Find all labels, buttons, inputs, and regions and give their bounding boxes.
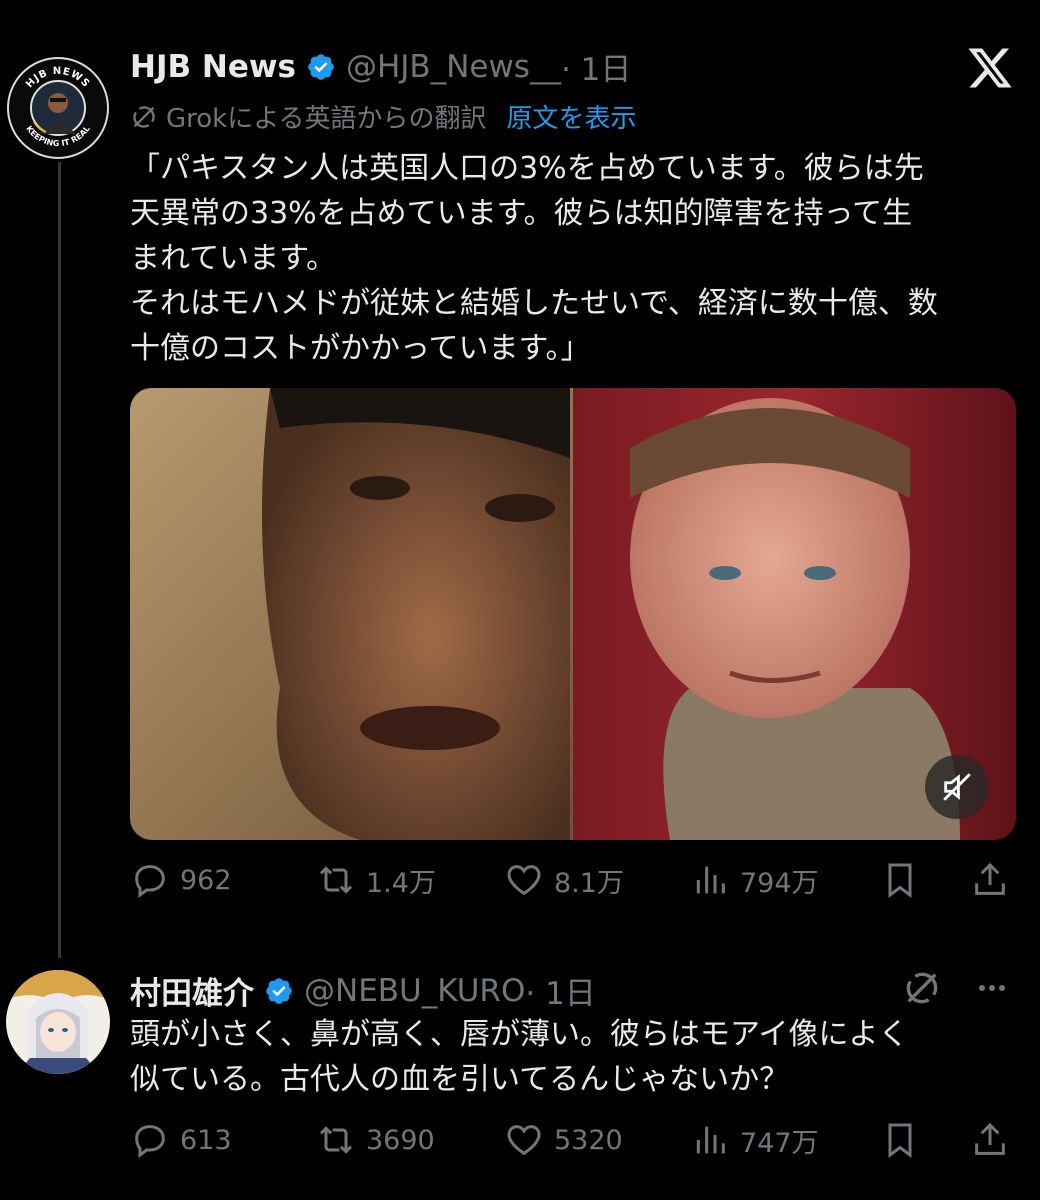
- reply-timestamp[interactable]: · 1日: [525, 968, 595, 1013]
- views-icon: [696, 1126, 725, 1154]
- avatar[interactable]: HJB NEWS KEEPING IT REAL: [6, 56, 110, 160]
- share-button[interactable]: [970, 1120, 1010, 1160]
- video-thumbnail: [130, 388, 1016, 840]
- x-logo-icon[interactable]: [966, 44, 1014, 92]
- timestamp[interactable]: · 1日: [561, 44, 631, 89]
- repost-count: 1.4万: [366, 867, 436, 899]
- like-icon: [507, 1125, 541, 1156]
- reply-icon: [135, 865, 165, 898]
- translation-row: Grokによる英語からの翻訳 原文を表示: [130, 98, 636, 135]
- reply-handle[interactable]: @NEBU_KURO: [304, 973, 525, 1009]
- verified-badge-icon: [266, 977, 292, 1004]
- repost-button[interactable]: 3690: [316, 1120, 435, 1160]
- reply-icon: [135, 1125, 165, 1158]
- grok-icon[interactable]: [902, 968, 942, 1008]
- views-count: 794万: [740, 867, 819, 899]
- reply-text: 頭が小さく、鼻が高く、唇が薄い。彼らはモアイ像によく 似ている。古代人の血を引い…: [130, 1017, 909, 1097]
- tweet-header: HJB News @HJB_News__ · 1日: [130, 44, 631, 89]
- mute-icon: [943, 773, 971, 801]
- display-name[interactable]: HJB News: [130, 49, 296, 85]
- tweet-media-video[interactable]: [130, 388, 1016, 840]
- translation-label: Grokによる英語からの翻訳: [166, 104, 487, 134]
- share-button[interactable]: [970, 860, 1010, 900]
- repost-count: 3690: [366, 1124, 435, 1156]
- reply-count: 613: [180, 1124, 232, 1156]
- like-button[interactable]: 5320: [504, 1120, 623, 1160]
- reply-display-name[interactable]: 村田雄介: [130, 968, 254, 1013]
- thread-connector-line: [58, 162, 61, 958]
- views-icon: [696, 866, 725, 894]
- repost-icon: [319, 866, 353, 894]
- like-button[interactable]: 8.1万: [504, 860, 624, 900]
- repost-button[interactable]: 1.4万: [316, 860, 436, 900]
- reply-count: 962: [180, 864, 232, 896]
- tweet-action-bar: 962 1.4万 8.1万 794万: [130, 860, 1016, 910]
- verified-badge-icon: [308, 53, 334, 80]
- views-button[interactable]: 794万: [690, 860, 819, 900]
- bookmark-icon: [888, 1123, 912, 1158]
- handle[interactable]: @HJB_News__: [346, 49, 561, 85]
- share-icon: [975, 1122, 1005, 1155]
- show-original-link[interactable]: 原文を表示: [506, 98, 636, 135]
- repost-icon: [319, 1126, 353, 1154]
- reply-avatar[interactable]: [6, 970, 110, 1074]
- reply-button[interactable]: 613: [130, 1120, 232, 1160]
- reply-button[interactable]: 962: [130, 860, 232, 900]
- views-count: 747万: [740, 1127, 819, 1159]
- translate-icon: [133, 105, 155, 128]
- views-button[interactable]: 747万: [690, 1120, 819, 1160]
- like-count: 5320: [554, 1124, 623, 1156]
- like-count: 8.1万: [554, 867, 624, 899]
- reply-action-bar: 613 3690 5320 747万: [130, 1120, 1016, 1170]
- tweet-text: 「パキスタン人は英国人口の3%を占めています。彼らは先 天異常の33%を占めてい…: [130, 151, 938, 366]
- more-icon[interactable]: [970, 968, 1014, 1008]
- bookmark-button[interactable]: [880, 860, 920, 900]
- mute-button[interactable]: [925, 755, 989, 819]
- reply-header: 村田雄介 @NEBU_KURO · 1日: [130, 968, 596, 1013]
- bookmark-icon: [888, 863, 912, 898]
- bookmark-button[interactable]: [880, 1120, 920, 1160]
- share-icon: [975, 862, 1005, 895]
- like-icon: [507, 865, 541, 896]
